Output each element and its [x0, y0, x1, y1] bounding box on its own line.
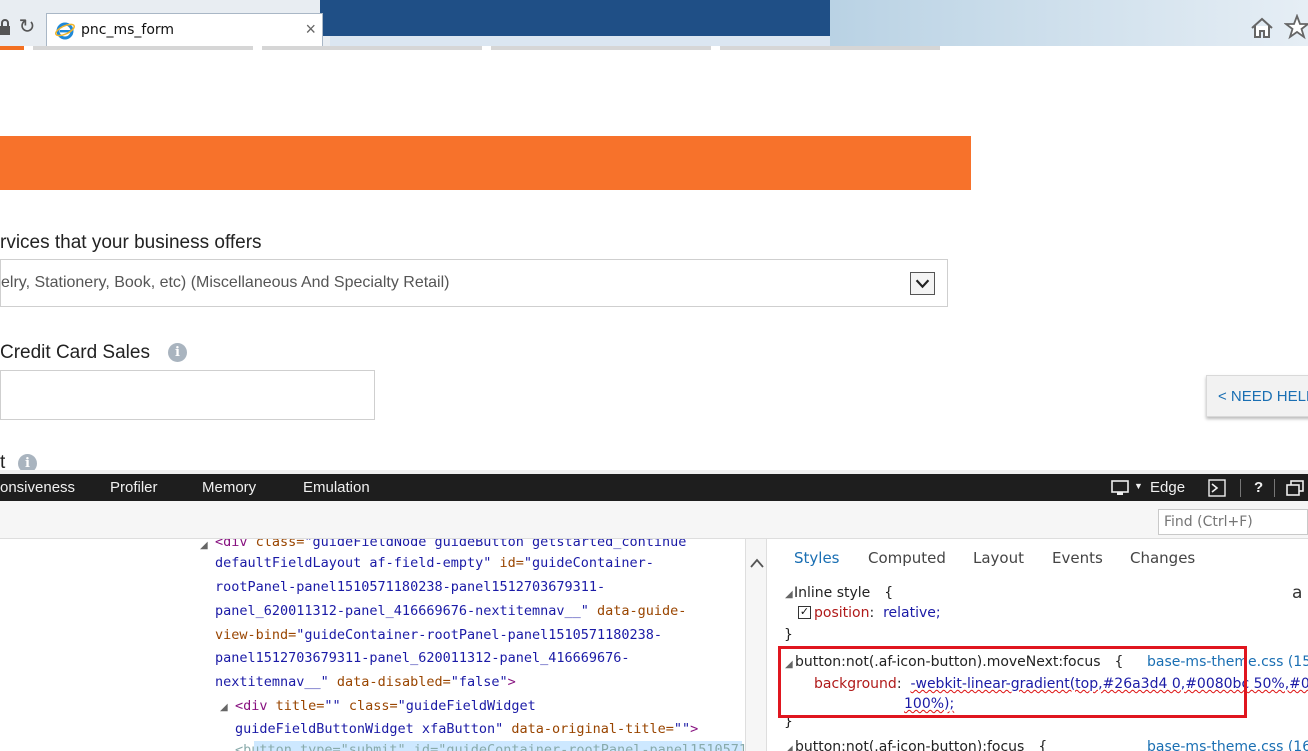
dropdown-arrow-icon[interactable]: ▼ — [1134, 481, 1143, 491]
text-size-icon[interactable]: a — [1292, 583, 1302, 603]
credit-card-sales-input[interactable] — [0, 370, 375, 420]
info-icon[interactable]: i — [168, 343, 187, 362]
annotation-highlight-box — [778, 646, 1247, 718]
browser-tab[interactable]: pnc_ms_form × — [46, 13, 323, 46]
collapse-triangle-icon[interactable]: ◢ — [220, 702, 228, 713]
devtools-toolbar — [0, 501, 1308, 539]
pane-splitter[interactable] — [745, 539, 767, 751]
services-label: rvices that your business offers — [0, 232, 262, 253]
toolbar-divider — [1274, 479, 1275, 497]
stylesheet-source-link[interactable]: base-ms-theme.css (161 — [1147, 739, 1308, 751]
page-preview-strip — [320, 0, 830, 36]
favorites-star-icon[interactable] — [1284, 14, 1308, 40]
tab-memory[interactable]: Memory — [202, 479, 256, 496]
inline-style-declaration[interactable]: position: relative; — [814, 605, 941, 621]
need-help-label: < NEED HELP — [1218, 388, 1308, 405]
tab-computed[interactable]: Computed — [868, 549, 946, 567]
dom-node-line[interactable]: view-bind="guideContainer-rootPanel-pane… — [215, 624, 662, 648]
tab-events[interactable]: Events — [1052, 549, 1103, 567]
dom-node-line[interactable]: rootPanel-panel1510571180238-panel151270… — [215, 576, 605, 600]
tab-title: pnc_ms_form — [81, 22, 175, 38]
find-box[interactable] — [1158, 509, 1308, 535]
collapse-triangle-icon[interactable]: ◢ — [200, 540, 208, 551]
close-tab-icon[interactable]: × — [305, 19, 316, 39]
rule-selector[interactable]: button:not(.af-icon-button):focus{ — [795, 739, 1047, 751]
find-input[interactable] — [1159, 510, 1307, 534]
need-help-button[interactable]: < NEED HELP — [1206, 375, 1308, 417]
lock-icon — [0, 19, 10, 35]
collapse-triangle-icon[interactable]: ◢ — [785, 744, 793, 751]
tab-emulation[interactable]: Emulation — [303, 479, 370, 496]
page-nav-strip — [262, 46, 482, 50]
scroll-up-chevron-icon[interactable] — [749, 557, 765, 569]
services-selected-value: elry, Stationery, Book, etc) (Miscellane… — [1, 274, 450, 291]
rule-close-brace: } — [784, 627, 793, 643]
tab-styles[interactable]: Styles — [794, 549, 840, 567]
services-select[interactable]: elry, Stationery, Book, etc) (Miscellane… — [0, 259, 948, 307]
console-icon[interactable] — [1208, 479, 1226, 497]
collapse-triangle-icon[interactable]: ◢ — [785, 589, 793, 600]
dom-node-line[interactable]: <div title="" class="guideFieldWidget — [235, 695, 536, 719]
inline-style-header: Inline style{ — [794, 585, 894, 601]
devtools-tab-bar: onsiveness Profiler Memory Emulation ▼ E… — [0, 474, 1308, 501]
page-nav-strip — [491, 46, 711, 50]
property-checkbox[interactable]: ✓ — [798, 606, 811, 619]
tab-layout[interactable]: Layout — [973, 549, 1024, 567]
home-icon[interactable] — [1250, 16, 1274, 40]
page-nav-strip — [33, 46, 253, 50]
browser-chrome: ↻ pnc_ms_form × — [0, 0, 1308, 46]
help-icon[interactable]: ? — [1254, 479, 1263, 496]
refresh-icon[interactable]: ↻ — [16, 16, 38, 38]
section-banner — [0, 136, 971, 190]
dom-node-line[interactable]: panel_620011312-panel_416669676-nextitem… — [215, 600, 686, 624]
toolbar-divider — [1240, 479, 1241, 497]
page-nav-strip — [720, 46, 940, 50]
tab-changes[interactable]: Changes — [1130, 549, 1195, 567]
tab-profiler[interactable]: Profiler — [110, 479, 158, 496]
document-mode-label[interactable]: Edge — [1150, 479, 1185, 496]
dom-node-line-selected[interactable]: <button type="submit" id="guideContainer… — [235, 739, 745, 751]
ie-logo-icon — [55, 22, 75, 40]
device-screen-icon[interactable] — [1111, 480, 1131, 496]
tab-responsiveness[interactable]: onsiveness — [0, 479, 75, 496]
dom-node-line[interactable]: nextitemnav__" data-disabled="false"> — [215, 671, 516, 695]
dom-node-line[interactable]: defaultFieldLayout af-field-empty" id="g… — [215, 552, 654, 576]
dom-explorer-pane[interactable]: ◢ <div class="guideFieldNode guideButton… — [0, 539, 745, 751]
page-nav-strip — [0, 46, 24, 50]
restore-window-icon[interactable] — [1286, 480, 1304, 496]
dom-node-line[interactable]: panel1512703679311-panel_620011312-panel… — [215, 647, 630, 671]
chrome-right-background — [830, 0, 1308, 46]
chevron-down-icon[interactable] — [910, 272, 935, 295]
credit-card-sales-label: Credit Card Sales — [0, 342, 150, 363]
styles-pane: Styles Computed Layout Events Changes a … — [767, 539, 1308, 751]
